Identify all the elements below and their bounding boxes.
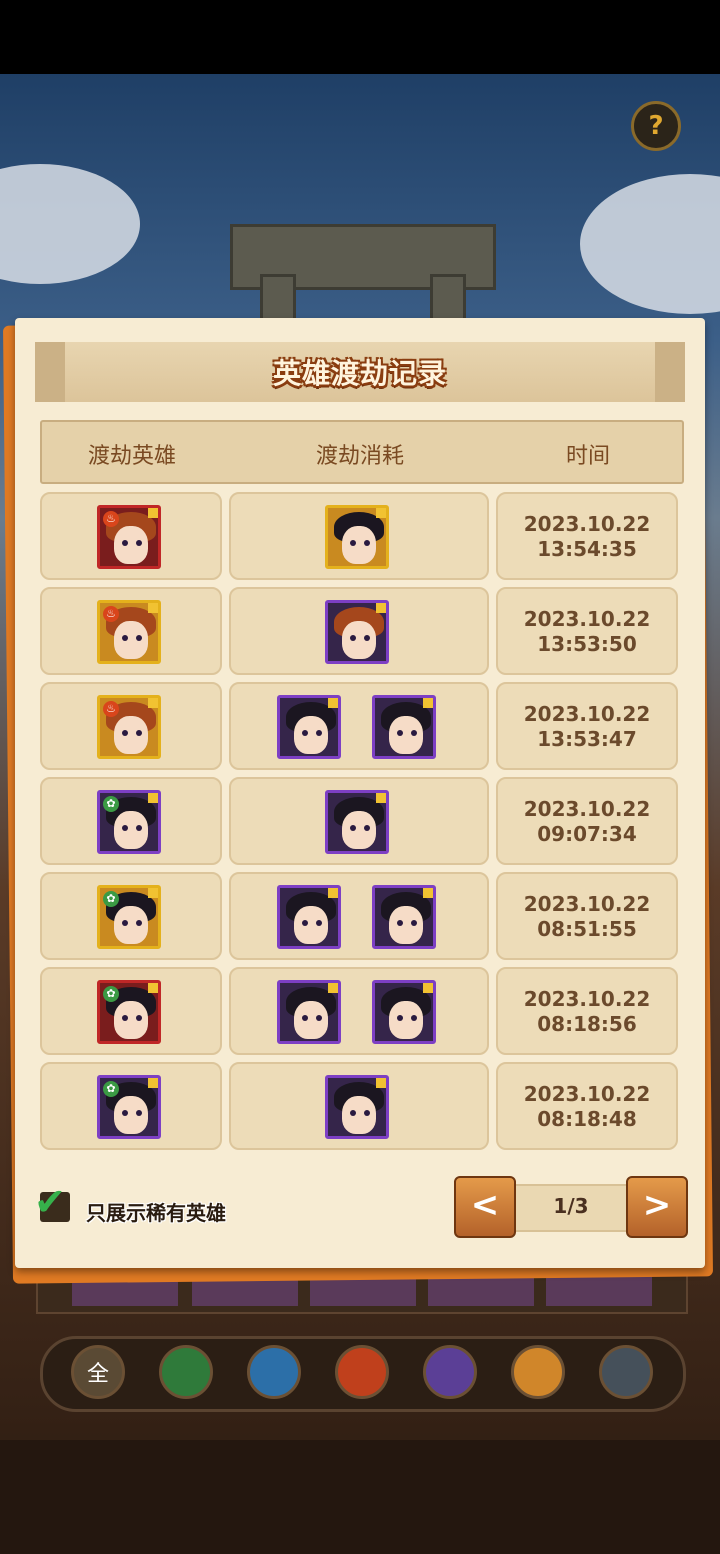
- status-bar: [0, 0, 720, 74]
- rare-filter-label: 只展示稀有英雄: [86, 1201, 226, 1225]
- record-timestamp: 2023.10.22 13:53:50: [498, 607, 676, 657]
- cost-cell: [229, 872, 489, 960]
- cost-cell: [229, 492, 489, 580]
- rare-filter-checkbox[interactable]: ✔: [34, 1180, 70, 1224]
- record-timestamp: 2023.10.22 08:18:56: [498, 987, 676, 1037]
- record-date: 2023.10.22: [523, 892, 651, 916]
- record-timestamp: 2023.10.22 08:51:55: [498, 892, 676, 942]
- record-timestamp: 2023.10.22 08:18:48: [498, 1082, 676, 1132]
- table-row: ♨ 2023.10.22 13:53:47: [40, 682, 680, 770]
- crown-lady-portrait[interactable]: [277, 885, 341, 949]
- column-time: 时间: [565, 444, 610, 469]
- moon-filter-button[interactable]: [423, 1345, 477, 1399]
- page-title: 英雄渡劫记录: [272, 357, 447, 390]
- record-date: 2023.10.22: [523, 607, 651, 631]
- time-cell: 2023.10.22 13:54:35: [496, 492, 678, 580]
- time-cell: 2023.10.22 08:18:48: [496, 1062, 678, 1150]
- table-row: ✿ 2023.10.22 08:51:55: [40, 872, 680, 960]
- lion-hero-portrait[interactable]: [325, 600, 389, 664]
- water-filter-button[interactable]: [247, 1345, 301, 1399]
- lion-hero-portrait[interactable]: ♨: [97, 505, 161, 569]
- checkmark-icon: ✔: [34, 1180, 66, 1224]
- table-row: ✿ 2023.10.22 08:18:48: [40, 1062, 680, 1150]
- pagination: 1/3 < >: [454, 1176, 688, 1238]
- record-timestamp: 2023.10.22 13:53:47: [498, 702, 676, 752]
- flower-girl-portrait[interactable]: [325, 505, 389, 569]
- green-ribbon-hero-portrait[interactable]: [372, 885, 436, 949]
- record-time: 08:51:55: [537, 917, 637, 941]
- wood-filter-button[interactable]: [159, 1345, 213, 1399]
- all-filter-button[interactable]: 全: [71, 1345, 125, 1399]
- hero-cell: ✿: [40, 967, 222, 1055]
- sun-filter-button[interactable]: [511, 1345, 565, 1399]
- time-cell: 2023.10.22 13:53:47: [496, 682, 678, 770]
- fire-filter-button[interactable]: [335, 1345, 389, 1399]
- blue-hair-girl-portrait[interactable]: ✿: [97, 1075, 161, 1139]
- blue-hair-girl-portrait[interactable]: [277, 980, 341, 1044]
- wood-element-icon: ✿: [103, 986, 119, 1002]
- fire-element-icon: ♨: [103, 511, 119, 527]
- record-timestamp: 2023.10.22 09:07:34: [498, 797, 676, 847]
- record-date: 2023.10.22: [523, 987, 651, 1011]
- record-date: 2023.10.22: [523, 512, 651, 536]
- hero-cell: ✿: [40, 777, 222, 865]
- record-time: 09:07:34: [537, 822, 637, 846]
- next-page-button[interactable]: >: [626, 1176, 688, 1238]
- table-row: ✿ 2023.10.22 09:07:34: [40, 777, 680, 865]
- lion-hero-portrait[interactable]: ♨: [97, 695, 161, 759]
- hero-cell: ♨: [40, 492, 222, 580]
- cost-cell: [229, 1062, 489, 1150]
- time-cell: 2023.10.22 09:07:34: [496, 777, 678, 865]
- record-time: 08:18:56: [537, 1012, 637, 1036]
- hero-cell: ✿: [40, 1062, 222, 1150]
- fire-element-icon: ♨: [103, 606, 119, 622]
- cost-cell: [229, 682, 489, 770]
- record-date: 2023.10.22: [523, 1082, 651, 1106]
- cost-cell: [229, 587, 489, 675]
- table-row: ♨ 2023.10.22 13:53:50: [40, 587, 680, 675]
- swordsman-portrait[interactable]: ✿: [97, 790, 161, 854]
- lady-portrait[interactable]: ✿: [97, 885, 161, 949]
- help-button[interactable]: ?: [631, 101, 681, 151]
- blue-hair-girl-portrait[interactable]: [372, 980, 436, 1044]
- table-row: ✿ 2023.10.22 08:18:56: [40, 967, 680, 1055]
- cost-cell: [229, 777, 489, 865]
- swordsman-portrait[interactable]: [325, 790, 389, 854]
- blue-hair-girl-portrait[interactable]: ✿: [97, 980, 161, 1044]
- column-hero: 渡劫英雄: [87, 444, 176, 469]
- dark-hair-girl-portrait[interactable]: [277, 695, 341, 759]
- masked-hero-portrait[interactable]: [372, 695, 436, 759]
- question-icon: ?: [648, 111, 664, 141]
- prev-page-button[interactable]: <: [454, 1176, 516, 1238]
- hero-cell: ♨: [40, 587, 222, 675]
- record-time: 08:18:48: [537, 1107, 637, 1131]
- record-panel: 英雄渡劫记录 渡劫英雄 渡劫消耗 时间 ♨ 2023.10.22 13:54:35 ♨…: [15, 318, 705, 1268]
- time-cell: 2023.10.22 13:53:50: [496, 587, 678, 675]
- time-cell: 2023.10.22 08:18:56: [496, 967, 678, 1055]
- record-date: 2023.10.22: [523, 702, 651, 726]
- blue-hair-girl-portrait[interactable]: [325, 1075, 389, 1139]
- table-row: ♨ 2023.10.22 13:54:35: [40, 492, 680, 580]
- hero-cell: ✿: [40, 872, 222, 960]
- page-indicator: 1/3: [553, 1194, 589, 1218]
- record-date: 2023.10.22: [523, 797, 651, 821]
- title-banner: 英雄渡劫记录: [35, 342, 685, 402]
- dark-filter-button[interactable]: [599, 1345, 653, 1399]
- wood-element-icon: ✿: [103, 891, 119, 907]
- record-time: 13:53:47: [537, 727, 637, 751]
- record-timestamp: 2023.10.22 13:54:35: [498, 512, 676, 562]
- time-cell: 2023.10.22 08:51:55: [496, 872, 678, 960]
- fire-element-icon: ♨: [103, 701, 119, 717]
- wood-element-icon: ✿: [103, 796, 119, 812]
- table-header: 渡劫英雄 渡劫消耗 时间: [40, 420, 684, 484]
- bottom-scene: [0, 1440, 720, 1554]
- column-cost: 渡劫消耗: [315, 444, 404, 469]
- record-time: 13:54:35: [537, 537, 637, 561]
- hero-cell: ♨: [40, 682, 222, 770]
- record-time: 13:53:50: [537, 632, 637, 656]
- wood-element-icon: ✿: [103, 1081, 119, 1097]
- cost-cell: [229, 967, 489, 1055]
- lion-hero-portrait[interactable]: ♨: [97, 600, 161, 664]
- element-filter-bar: 全: [40, 1336, 686, 1412]
